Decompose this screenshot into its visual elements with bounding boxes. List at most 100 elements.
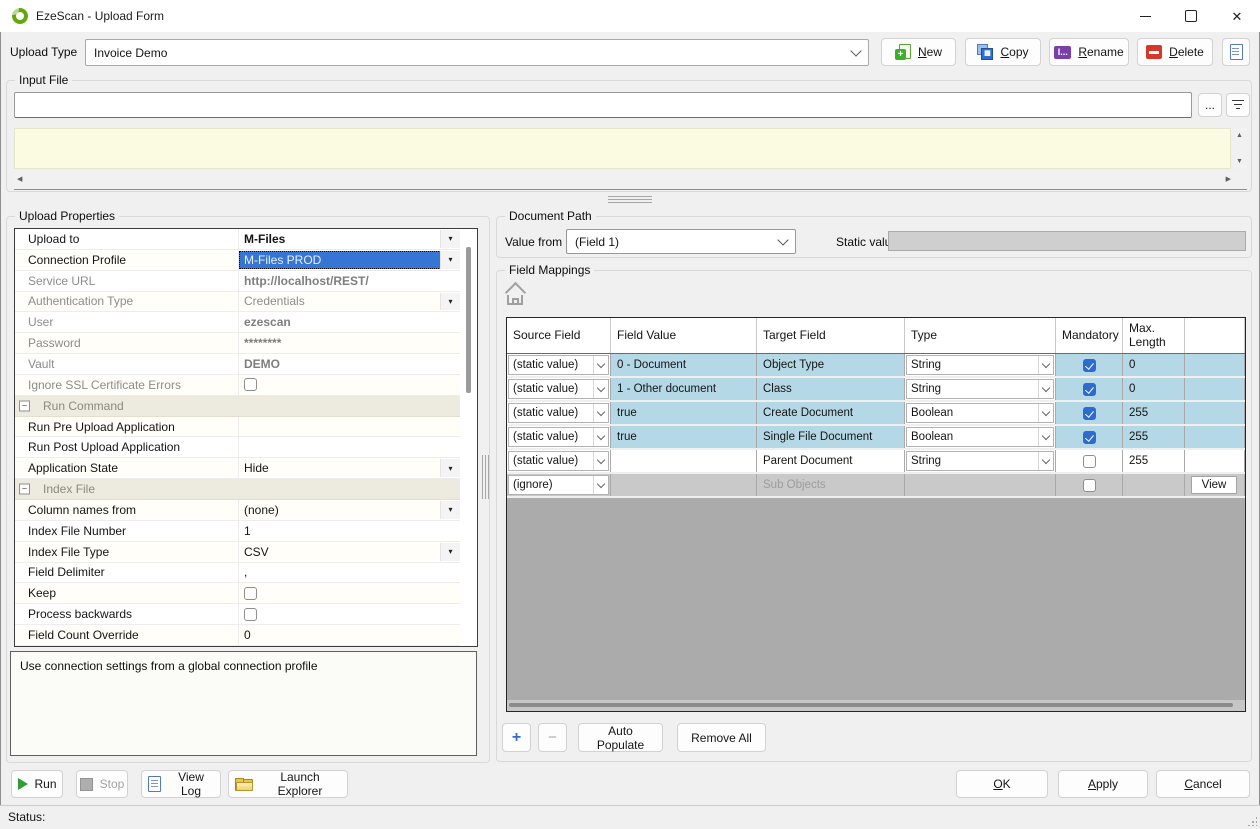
preview-vertical-scrollbar[interactable]: ▲ ▼ [1232, 128, 1247, 169]
property-row[interactable]: Authentication TypeCredentials▾ [15, 292, 460, 313]
property-value-cell[interactable] [239, 437, 460, 457]
checkbox-unchecked[interactable] [244, 608, 257, 621]
mandatory-checkbox-unchecked[interactable] [1083, 455, 1096, 468]
apply-button[interactable]: Apply [1058, 770, 1148, 798]
field-value-cell[interactable]: 0 - Document [611, 354, 757, 376]
property-row[interactable]: Userezescan [15, 312, 460, 333]
property-group-row[interactable]: −Index File [15, 479, 460, 500]
dropdown-button[interactable]: ▾ [440, 459, 460, 477]
minimize-button[interactable] [1122, 0, 1168, 32]
scroll-down-icon[interactable]: ▼ [1236, 158, 1243, 165]
run-button[interactable]: Run [11, 770, 63, 798]
field-value-cell[interactable] [611, 450, 757, 472]
type-combobox[interactable]: String [906, 379, 1054, 399]
scroll-left-icon[interactable]: ◀ [17, 176, 22, 183]
max-length-cell[interactable]: 255 [1123, 402, 1185, 424]
property-value-cell[interactable]: 1 [239, 521, 460, 541]
filter-button[interactable] [1226, 93, 1250, 117]
value-from-combobox[interactable]: (Field 1) [566, 229, 796, 254]
dropdown-button[interactable]: ▾ [440, 293, 460, 311]
max-length-cell[interactable] [1123, 474, 1185, 496]
auto-populate-button[interactable]: Auto Populate [578, 723, 663, 752]
source-field-combobox[interactable]: (static value) [508, 379, 609, 399]
stop-button[interactable]: Stop [76, 770, 128, 798]
selected-property-value[interactable]: M-Files PROD [239, 251, 441, 269]
property-value-cell[interactable]: 0 [239, 625, 460, 645]
property-row[interactable]: Run Pre Upload Application [15, 417, 460, 438]
max-length-cell[interactable]: 0 [1123, 378, 1185, 400]
property-value-cell[interactable]: (none)▾ [239, 500, 460, 520]
max-length-cell[interactable]: 0 [1123, 354, 1185, 376]
collapse-minus-icon[interactable]: − [19, 484, 30, 495]
mandatory-checkbox-unchecked[interactable] [1083, 479, 1096, 492]
field-value-cell[interactable] [611, 474, 757, 496]
upload-type-combobox[interactable]: Invoice Demo [85, 39, 869, 66]
checkbox-unchecked[interactable] [244, 587, 257, 600]
property-group-row[interactable]: −Run Command [15, 396, 460, 417]
table-horizontal-scrollbar[interactable] [507, 700, 1245, 711]
property-value-cell[interactable]: M-Files▾ [239, 229, 460, 249]
mandatory-checkbox-checked[interactable] [1083, 383, 1096, 396]
source-field-combobox[interactable]: (ignore) [508, 475, 609, 495]
property-value-cell[interactable]: Hide▾ [239, 458, 460, 478]
property-row[interactable]: Service URLhttp://localhost/REST/ [15, 271, 460, 292]
property-row[interactable]: Connection ProfileM-Files PROD▾ [15, 250, 460, 271]
property-row[interactable]: VaultDEMO [15, 354, 460, 375]
field-value-cell[interactable]: true [611, 426, 757, 448]
source-field-combobox[interactable]: (static value) [508, 451, 609, 471]
dropdown-button[interactable]: ▾ [440, 543, 460, 561]
checkbox-unchecked[interactable] [244, 378, 257, 391]
ok-button[interactable]: OK [956, 770, 1048, 798]
mandatory-checkbox-checked[interactable] [1083, 359, 1096, 372]
view-button[interactable]: View [1191, 476, 1237, 494]
property-row[interactable]: Field Delimiter, [15, 563, 460, 584]
property-value-cell[interactable] [239, 417, 460, 437]
maximize-button[interactable] [1168, 0, 1214, 32]
input-file-path-field[interactable] [14, 92, 1192, 118]
property-row[interactable]: Keep [15, 583, 460, 604]
property-row[interactable]: Ignore SSL Certificate Errors [15, 375, 460, 396]
mandatory-checkbox-checked[interactable] [1083, 431, 1096, 444]
title-bar[interactable]: EzeScan - Upload Form ✕ [0, 0, 1260, 32]
property-value-cell[interactable] [239, 604, 460, 624]
property-value-cell[interactable]: Credentials▾ [239, 292, 460, 312]
mandatory-checkbox-checked[interactable] [1083, 407, 1096, 420]
source-field-combobox[interactable]: (static value) [508, 355, 609, 375]
browse-button[interactable]: ... [1198, 93, 1222, 117]
property-value-cell[interactable]: DEMO [239, 354, 460, 374]
launch-explorer-button[interactable]: Launch Explorer [228, 770, 348, 798]
property-row[interactable]: Application StateHide▾ [15, 458, 460, 479]
property-row[interactable]: Column names from(none)▾ [15, 500, 460, 521]
type-combobox[interactable]: Boolean [906, 427, 1054, 447]
property-value-cell[interactable]: M-Files PROD▾ [239, 250, 460, 270]
scroll-right-icon[interactable]: ▶ [1226, 176, 1231, 183]
scroll-up-icon[interactable]: ▲ [1236, 132, 1243, 139]
max-length-cell[interactable]: 255 [1123, 450, 1185, 472]
type-combobox[interactable]: Boolean [906, 403, 1054, 423]
source-field-combobox[interactable]: (static value) [508, 427, 609, 447]
property-row[interactable]: Index File TypeCSV▾ [15, 542, 460, 563]
source-field-combobox[interactable]: (static value) [508, 403, 609, 423]
property-value-cell[interactable]: CSV▾ [239, 542, 460, 562]
property-value-cell[interactable]: , [239, 563, 460, 583]
close-button[interactable]: ✕ [1214, 0, 1260, 32]
dropdown-button[interactable]: ▾ [440, 230, 460, 248]
resize-grip[interactable] [1247, 816, 1257, 826]
rename-button[interactable]: I... Rename [1049, 38, 1129, 66]
horizontal-splitter-handle[interactable] [608, 196, 652, 205]
property-row[interactable]: Upload toM-Files▾ [15, 229, 460, 250]
collapse-minus-icon[interactable]: − [19, 400, 30, 411]
dropdown-button[interactable]: ▾ [440, 501, 460, 519]
field-value-cell[interactable]: 1 - Other document [611, 378, 757, 400]
copy-button[interactable]: ▦ Copy [965, 38, 1041, 66]
property-row[interactable]: Process backwards [15, 604, 460, 625]
remove-mapping-button[interactable]: − [538, 723, 567, 752]
add-mapping-button[interactable]: + [502, 723, 531, 752]
document-properties-button[interactable] [1222, 38, 1250, 66]
preview-horizontal-scrollbar[interactable]: ◀ ▶ [14, 171, 1247, 189]
target-field-cell[interactable]: Object Type [757, 354, 905, 376]
property-row[interactable]: Index File Number1 [15, 521, 460, 542]
cancel-button[interactable]: Cancel [1156, 770, 1250, 798]
new-button[interactable]: + New [881, 38, 956, 66]
scrollbar-thumb[interactable] [466, 247, 471, 393]
